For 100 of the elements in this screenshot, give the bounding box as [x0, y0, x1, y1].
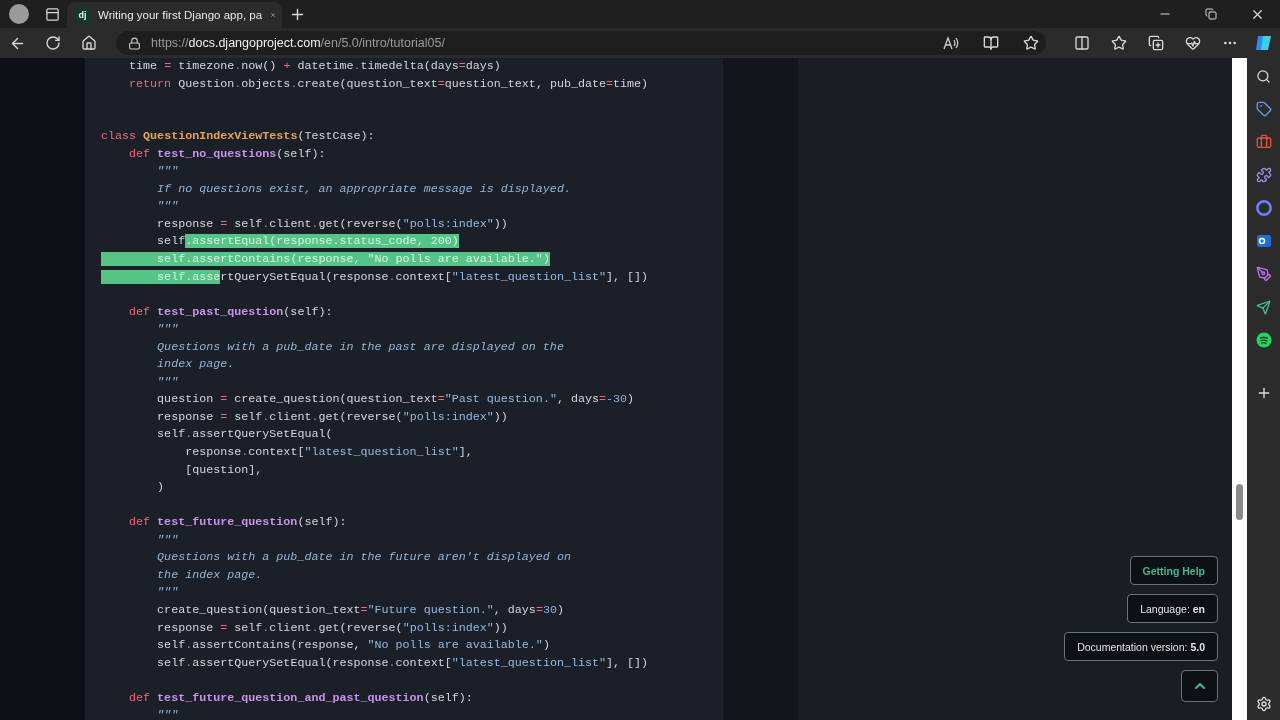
code-token: =	[437, 76, 445, 91]
code-token: =	[360, 602, 368, 617]
code-token: =	[606, 76, 614, 91]
code-token: def	[128, 515, 152, 530]
code-token: days)	[465, 59, 501, 73]
code-token: context[	[395, 269, 452, 284]
profile-avatar[interactable]	[9, 4, 29, 24]
scrollbar[interactable]	[1232, 58, 1247, 720]
code-token: .	[388, 269, 396, 284]
code-token: assertContains(response,	[192, 638, 362, 653]
code-token: response	[156, 620, 215, 635]
code-token: ], [])	[606, 269, 649, 284]
code-token: "polls:index"	[402, 409, 494, 424]
back-to-top-button[interactable]	[1181, 670, 1218, 702]
code-token: .	[311, 409, 319, 424]
favicon: dj	[75, 7, 90, 23]
code-token: =	[437, 392, 445, 407]
code-token: "polls:index"	[402, 216, 494, 231]
code-token: timezone	[177, 59, 235, 73]
code-token: """	[156, 199, 179, 214]
code-token: (self):	[297, 515, 347, 530]
code-token: status_code,	[339, 234, 431, 249]
code-token: =	[599, 392, 606, 407]
code-token: ))	[493, 409, 508, 424]
code-token: time	[128, 59, 159, 73]
code-token: +	[283, 59, 291, 73]
code-token: timedelta(days	[360, 59, 459, 73]
code-token: test_no_questions	[157, 146, 277, 161]
code-token: =	[220, 216, 228, 231]
code-token: def	[128, 690, 152, 705]
code-token: get(reverse(	[318, 409, 403, 424]
code-token: return	[128, 76, 172, 91]
code-token: "polls:index"	[402, 620, 494, 635]
code-token: assertEqual(response	[192, 234, 333, 249]
code-token: )	[556, 602, 564, 617]
code-token: def	[128, 146, 152, 161]
code-token: )	[156, 480, 165, 495]
code-token: asse	[192, 269, 221, 284]
code-token: create(question_text	[297, 76, 438, 91]
code-token: client	[269, 620, 312, 635]
code-token: datetime	[296, 59, 354, 73]
code-token: .	[388, 655, 396, 670]
tab-title: Writing your first Django app, pa	[98, 9, 263, 21]
code-token: .	[290, 76, 298, 91]
code-token: =	[458, 59, 466, 73]
code-token: "Past question."	[444, 392, 557, 407]
code-token: time)	[613, 76, 649, 91]
code-token: (self):	[423, 690, 473, 705]
code-token: """	[156, 164, 179, 179]
code-token: .	[185, 269, 193, 284]
code-token: =	[220, 620, 228, 635]
code-token: , days	[493, 602, 536, 617]
code-token: .	[353, 59, 361, 73]
code-token: context[	[248, 445, 305, 460]
code-token: client	[269, 216, 312, 231]
help-link[interactable]: Getting Help	[1129, 556, 1218, 585]
code-token: =	[220, 392, 228, 407]
code-token: def	[128, 304, 152, 319]
code-token: .	[185, 427, 193, 442]
menu-button[interactable]: Language: en	[1127, 594, 1218, 623]
code-token: question_text, pub_date	[444, 76, 607, 91]
code-token: rtQuerySetEqual(response	[220, 269, 389, 284]
browser-tab[interactable]: dj Writing your first Django app, pa	[67, 2, 282, 28]
menu-button[interactable]: Documentation version: 5.0	[1064, 632, 1218, 661]
code-token: .	[241, 445, 249, 460]
code-token: 30	[542, 602, 557, 617]
code-token: .	[234, 59, 242, 73]
code-token: .	[262, 620, 270, 635]
code-token: )	[627, 392, 635, 407]
code-token: )	[451, 234, 459, 249]
code-token: .	[185, 638, 193, 653]
address-bar[interactable]: https://docs.djangoproject.com/en/5.0/intro/tutorial05/	[116, 31, 1046, 55]
code-token: self	[233, 409, 263, 424]
code-token: =	[164, 59, 172, 73]
code-token: """	[156, 322, 179, 337]
scroll-thumb[interactable]	[1236, 484, 1243, 520]
code-token: .	[234, 76, 242, 91]
code-token: ], [])	[606, 655, 649, 670]
code-token: (self):	[276, 146, 326, 161]
code-token: index page.	[156, 357, 235, 372]
code-token: objects	[241, 76, 291, 91]
code-token: class	[101, 129, 138, 144]
code-token: Questions with a pub_date in the past are displayed on the	[156, 339, 564, 354]
code-token: QuestionIndexViewTests	[143, 129, 298, 144]
code-token: self	[156, 427, 186, 442]
code-token: assertContains(response,	[192, 252, 368, 266]
code-token: get(reverse(	[318, 620, 403, 635]
code-token: -30	[606, 392, 628, 407]
code-token: .	[262, 409, 270, 424]
code-token: "latest_question_list"	[451, 655, 606, 670]
code-token: now()	[241, 59, 278, 73]
lock-icon	[128, 36, 141, 50]
code-token: Questions with a pub_date in the future aren't displayed on	[156, 550, 571, 565]
code-token: self	[156, 638, 186, 653]
code-token: create_question(question_text	[233, 392, 438, 407]
code-token: response	[156, 216, 215, 231]
code-token: , days	[556, 392, 599, 407]
code-token: If no questions exist, an appropriate message is displayed.	[156, 181, 571, 196]
code-token: assertQuerySetEqual(response	[192, 655, 389, 670]
code-token: context[	[395, 655, 452, 670]
